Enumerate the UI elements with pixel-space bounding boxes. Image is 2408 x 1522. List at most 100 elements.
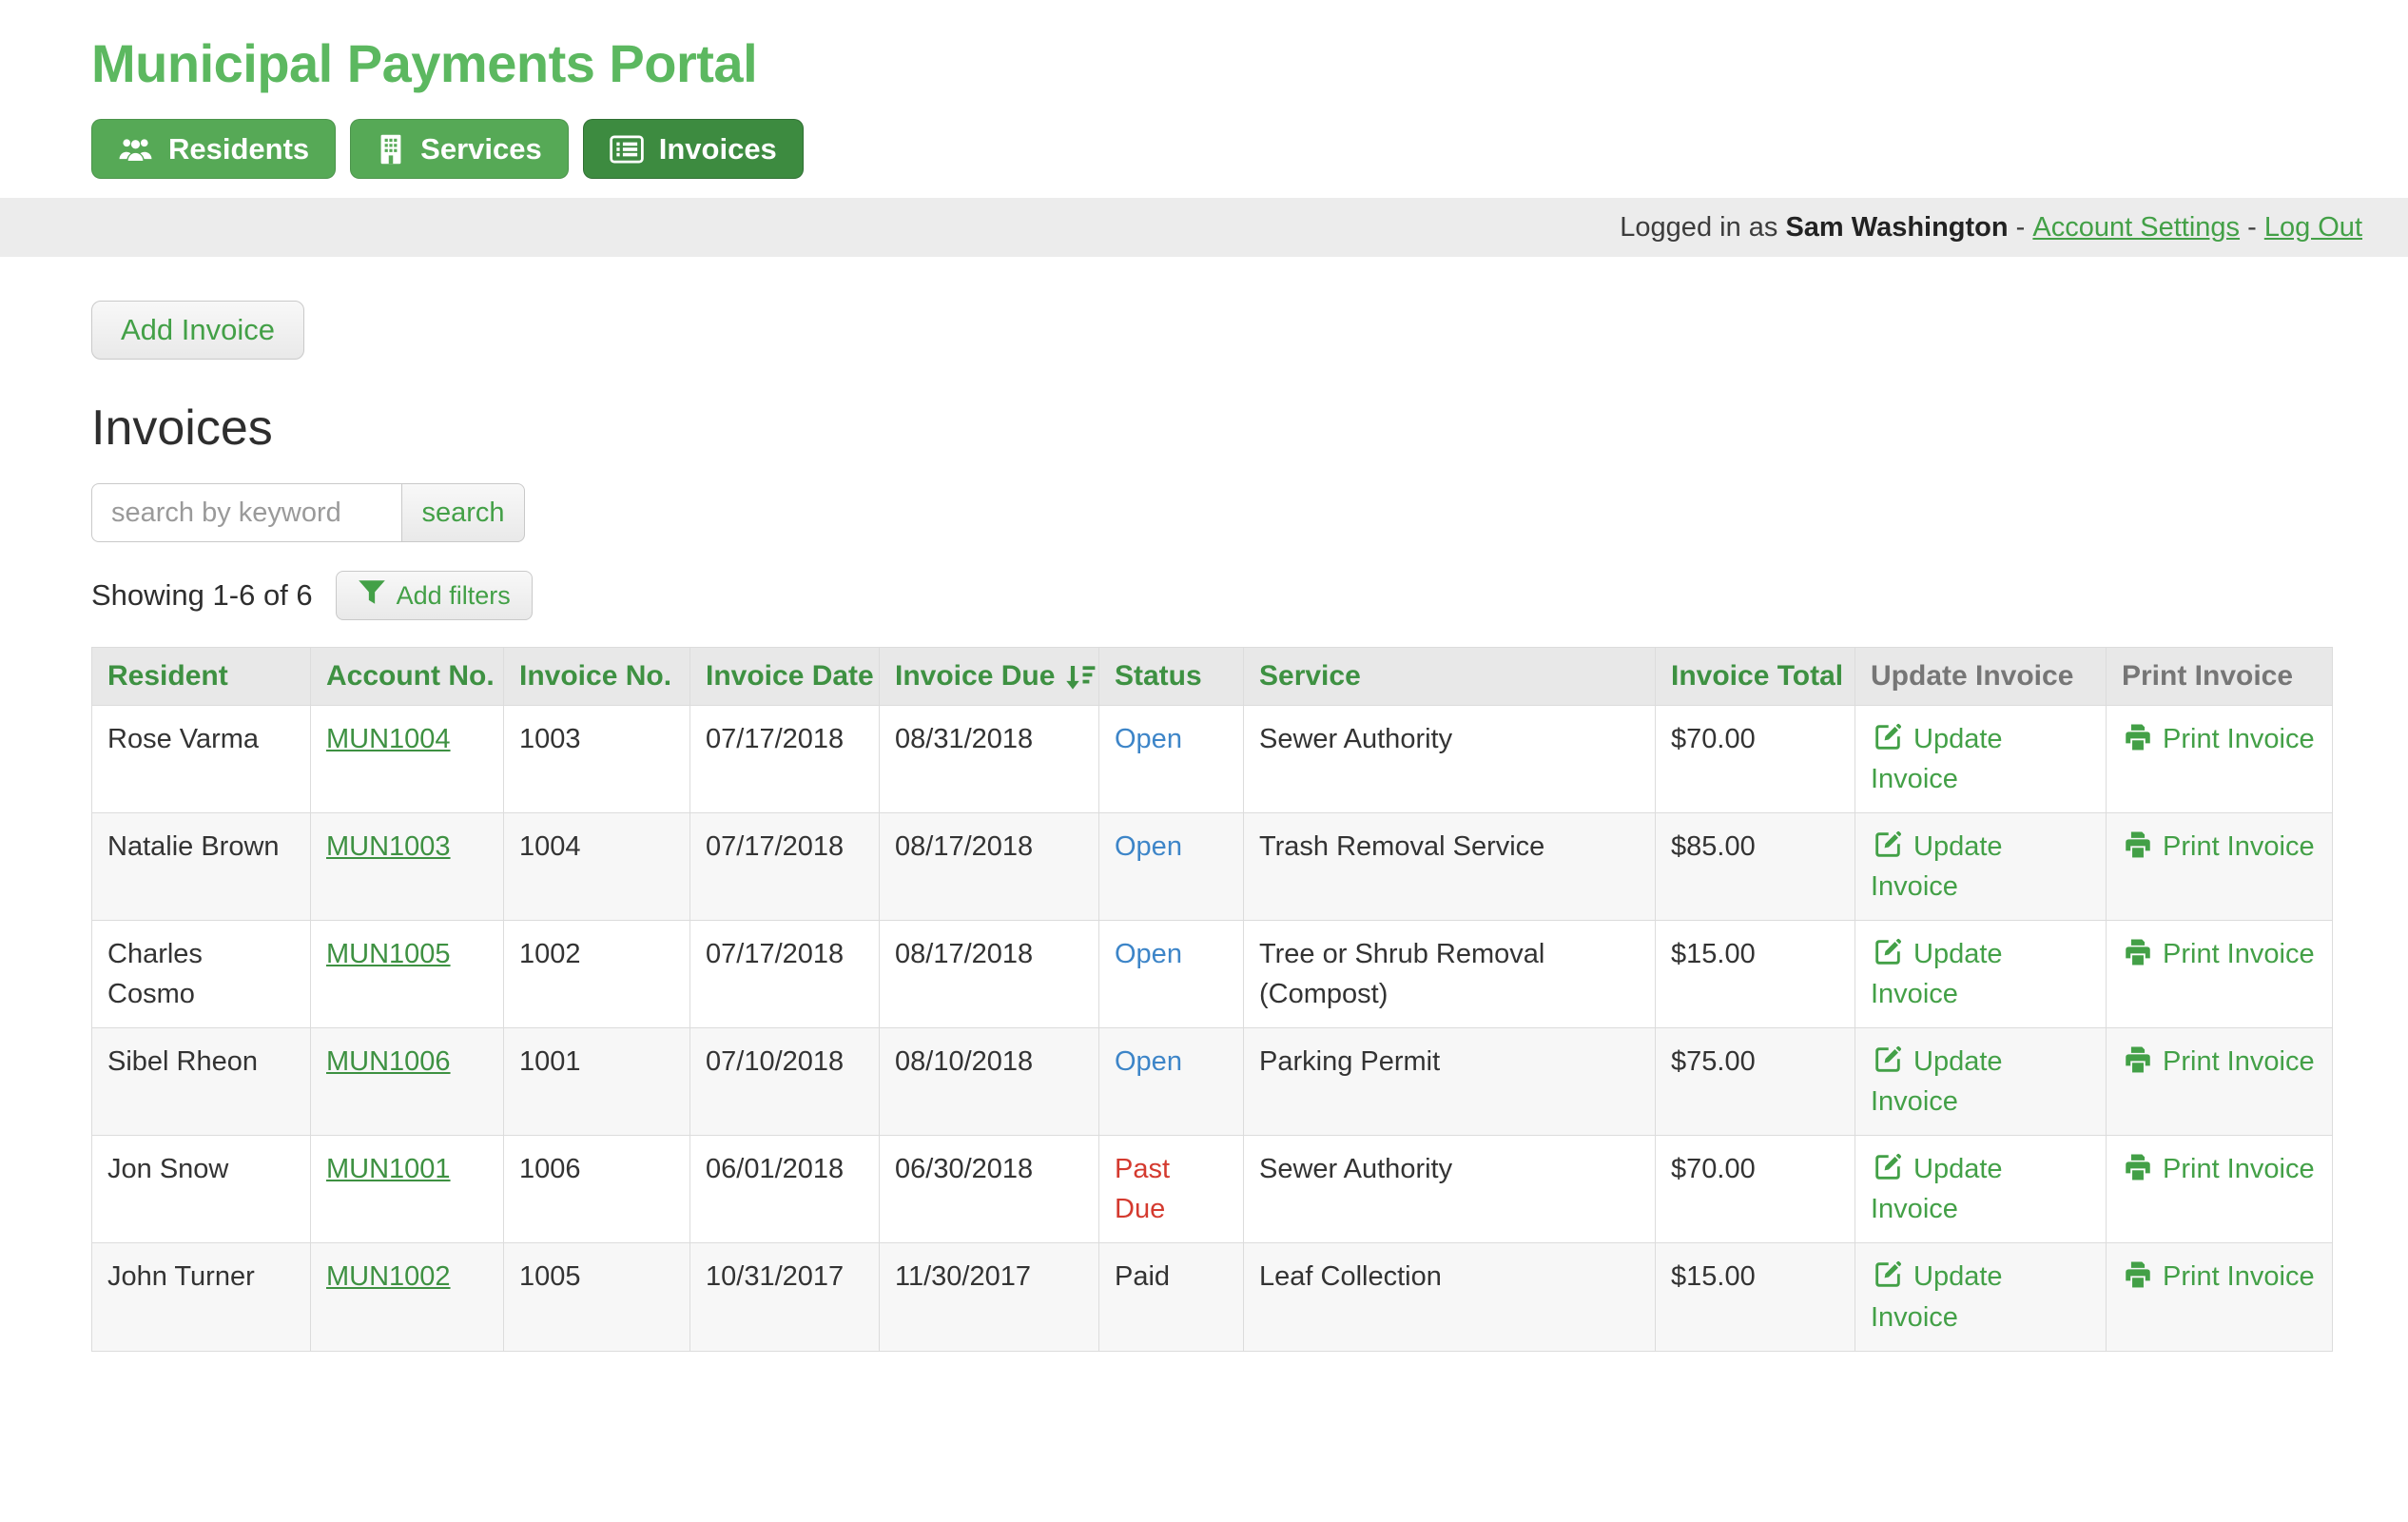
- table-row: Natalie Brown MUN1003 1004 07/17/2018 08…: [92, 813, 2333, 921]
- resident-cell: Charles Cosmo: [92, 921, 311, 1028]
- invoice-due-cell: 11/30/2017: [880, 1243, 1099, 1351]
- print-invoice-cell: Print Invoice: [2107, 1028, 2333, 1136]
- service-cell: Trash Removal Service: [1244, 813, 1656, 921]
- edit-icon: [1871, 831, 1913, 862]
- add-filters-label: Add filters: [397, 581, 511, 611]
- column-header-invoice-due[interactable]: Invoice Due: [880, 648, 1099, 706]
- print-invoice-link[interactable]: Print Invoice: [2122, 831, 2315, 862]
- search-input[interactable]: [91, 483, 402, 542]
- page-title: Invoices: [91, 400, 2332, 457]
- session-separator: -: [2009, 212, 2033, 244]
- nav-button-services[interactable]: Services: [350, 119, 569, 179]
- print-invoice-cell: Print Invoice: [2107, 921, 2333, 1028]
- users-icon: [118, 136, 153, 163]
- status-badge: Open: [1115, 939, 1182, 969]
- app-title: Municipal Payments Portal: [91, 32, 2317, 94]
- update-invoice-link[interactable]: Update Invoice: [1871, 1154, 2003, 1224]
- printer-icon: [2122, 939, 2163, 969]
- account-number-link[interactable]: MUN1002: [326, 1261, 451, 1292]
- update-invoice-link[interactable]: Update Invoice: [1871, 1046, 2003, 1117]
- table-row: Rose Varma MUN1004 1003 07/17/2018 08/31…: [92, 706, 2333, 813]
- invoice-total-cell: $75.00: [1656, 1028, 1855, 1136]
- edit-icon: [1871, 724, 1913, 754]
- search-button[interactable]: search: [401, 483, 525, 542]
- account-cell: MUN1006: [311, 1028, 504, 1136]
- building-icon: [377, 134, 405, 165]
- edit-icon: [1871, 1154, 1913, 1184]
- session-username: Sam Washington: [1785, 212, 2008, 244]
- table-row: Jon Snow MUN1001 1006 06/01/2018 06/30/2…: [92, 1136, 2333, 1243]
- print-invoice-link[interactable]: Print Invoice: [2122, 1261, 2315, 1292]
- account-cell: MUN1005: [311, 921, 504, 1028]
- column-header-resident[interactable]: Resident: [92, 648, 311, 706]
- table-row: John Turner MUN1002 1005 10/31/2017 11/3…: [92, 1243, 2333, 1351]
- update-invoice-cell: Update Invoice: [1855, 921, 2107, 1028]
- status-cell: Open: [1099, 706, 1244, 813]
- account-number-link[interactable]: MUN1004: [326, 724, 451, 754]
- log-out-link[interactable]: Log Out: [2264, 212, 2362, 244]
- column-header-status[interactable]: Status: [1099, 648, 1244, 706]
- print-invoice-link[interactable]: Print Invoice: [2122, 1154, 2315, 1184]
- print-invoice-link[interactable]: Print Invoice: [2122, 1046, 2315, 1077]
- update-invoice-cell: Update Invoice: [1855, 706, 2107, 813]
- account-cell: MUN1002: [311, 1243, 504, 1351]
- account-number-link[interactable]: MUN1001: [326, 1154, 451, 1184]
- table-header-row: Resident Account No. Invoice No. Invoice…: [92, 648, 2333, 706]
- print-invoice-cell: Print Invoice: [2107, 1136, 2333, 1243]
- status-badge: Past Due: [1115, 1154, 1170, 1224]
- column-header-invoice-no[interactable]: Invoice No.: [504, 648, 690, 706]
- invoice-total-cell: $85.00: [1656, 813, 1855, 921]
- service-cell: Sewer Authority: [1244, 1136, 1656, 1243]
- account-settings-link[interactable]: Account Settings: [2032, 212, 2240, 244]
- update-invoice-link[interactable]: Update Invoice: [1871, 724, 2003, 794]
- service-cell: Parking Permit: [1244, 1028, 1656, 1136]
- account-cell: MUN1001: [311, 1136, 504, 1243]
- invoice-total-cell: $70.00: [1656, 706, 1855, 813]
- invoice-due-cell: 08/17/2018: [880, 813, 1099, 921]
- search-row: search: [91, 483, 2332, 542]
- update-invoice-cell: Update Invoice: [1855, 1028, 2107, 1136]
- invoice-table-body: Rose Varma MUN1004 1003 07/17/2018 08/31…: [92, 706, 2333, 1352]
- add-invoice-button[interactable]: Add Invoice: [91, 301, 304, 360]
- invoice-total-cell: $70.00: [1656, 1136, 1855, 1243]
- printer-icon: [2122, 724, 2163, 754]
- column-header-print-invoice: Print Invoice: [2107, 648, 2333, 706]
- column-header-account-no[interactable]: Account No.: [311, 648, 504, 706]
- nav-button-invoices[interactable]: Invoices: [583, 119, 804, 179]
- account-number-link[interactable]: MUN1005: [326, 939, 451, 969]
- invoice-due-cell: 08/31/2018: [880, 706, 1099, 813]
- status-badge: Open: [1115, 1046, 1182, 1077]
- print-invoice-link[interactable]: Print Invoice: [2122, 724, 2315, 754]
- account-cell: MUN1003: [311, 813, 504, 921]
- invoice-due-cell: 06/30/2018: [880, 1136, 1099, 1243]
- column-header-invoice-total[interactable]: Invoice Total: [1656, 648, 1855, 706]
- nav-button-label: Residents: [168, 132, 309, 166]
- column-header-invoice-date[interactable]: Invoice Date: [690, 648, 880, 706]
- update-invoice-link[interactable]: Update Invoice: [1871, 831, 2003, 902]
- print-invoice-link[interactable]: Print Invoice: [2122, 939, 2315, 969]
- printer-icon: [2122, 831, 2163, 862]
- add-filters-button[interactable]: Add filters: [336, 571, 533, 620]
- sort-descending-icon: [1055, 660, 1096, 692]
- edit-icon: [1871, 1046, 1913, 1077]
- printer-icon: [2122, 1154, 2163, 1184]
- update-invoice-link[interactable]: Update Invoice: [1871, 1261, 2003, 1332]
- table-row: Charles Cosmo MUN1005 1002 07/17/2018 08…: [92, 921, 2333, 1028]
- column-header-service[interactable]: Service: [1244, 648, 1656, 706]
- update-invoice-cell: Update Invoice: [1855, 1136, 2107, 1243]
- resident-cell: John Turner: [92, 1243, 311, 1351]
- service-cell: Tree or Shrub Removal (Compost): [1244, 921, 1656, 1028]
- update-invoice-cell: Update Invoice: [1855, 813, 2107, 921]
- account-number-link[interactable]: MUN1006: [326, 1046, 451, 1077]
- invoice-no-cell: 1002: [504, 921, 690, 1028]
- main-nav: Residents Services: [91, 119, 2317, 179]
- session-bar: Logged in as Sam Washington - Account Se…: [0, 198, 2408, 257]
- update-invoice-cell: Update Invoice: [1855, 1243, 2107, 1351]
- nav-button-residents[interactable]: Residents: [91, 119, 336, 179]
- invoice-due-cell: 08/17/2018: [880, 921, 1099, 1028]
- update-invoice-link[interactable]: Update Invoice: [1871, 939, 2003, 1009]
- resident-cell: Rose Varma: [92, 706, 311, 813]
- print-invoice-label: Print Invoice: [2163, 831, 2315, 862]
- filter-row: Showing 1-6 of 6 Add filters: [91, 571, 2332, 620]
- account-number-link[interactable]: MUN1003: [326, 831, 451, 862]
